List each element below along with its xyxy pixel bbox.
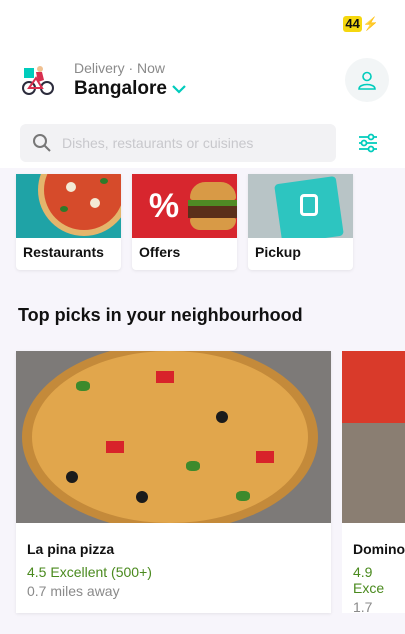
restaurant-distance: 1.7 miles bbox=[353, 599, 373, 613]
location-selector[interactable]: Bangalore bbox=[74, 78, 187, 100]
restaurant-card[interactable]: Domino 4.9 Exce 1.7 miles bbox=[342, 351, 405, 613]
restaurant-name: Domino bbox=[353, 541, 405, 557]
category-restaurants[interactable]: Restaurants bbox=[16, 174, 121, 270]
chevron-down-icon bbox=[172, 85, 186, 94]
restaurant-image bbox=[342, 351, 405, 523]
restaurant-distance: 0.7 miles away bbox=[27, 583, 120, 599]
rider-logo-icon bbox=[18, 60, 58, 100]
offers-image: % bbox=[132, 174, 237, 238]
restaurant-rating: 4.9 Exce bbox=[353, 564, 385, 596]
status-bar: 44 ⚡ bbox=[0, 0, 405, 48]
restaurant-card[interactable]: La pina pizza 4.5 Excellent (500+) 0.7 m… bbox=[16, 351, 331, 613]
search-icon bbox=[33, 134, 51, 152]
search-bar[interactable]: Dishes, restaurants or cuisines bbox=[20, 124, 336, 162]
filter-icon[interactable] bbox=[357, 132, 379, 154]
category-label: Pickup bbox=[255, 244, 301, 260]
battery-level: 44 bbox=[343, 16, 362, 32]
restaurant-name: La pina pizza bbox=[27, 541, 115, 557]
category-offers[interactable]: % Offers bbox=[132, 174, 237, 270]
section-title: Top picks in your neighbourhood bbox=[18, 305, 303, 325]
category-pickup[interactable]: Pickup bbox=[248, 174, 353, 270]
restaurant-image bbox=[16, 351, 331, 523]
account-button[interactable] bbox=[345, 58, 389, 102]
delivery-time-label: Delivery · Now bbox=[74, 60, 166, 76]
category-label: Restaurants bbox=[23, 244, 104, 260]
restaurants-image bbox=[16, 174, 121, 238]
category-label: Offers bbox=[139, 244, 181, 260]
charging-icon: ⚡ bbox=[362, 16, 379, 31]
user-icon bbox=[358, 71, 376, 90]
location-name: Bangalore bbox=[74, 78, 167, 99]
restaurant-rating: 4.5 Excellent (500+) bbox=[27, 564, 152, 580]
pickup-image bbox=[248, 174, 353, 238]
header: Delivery · Now Bangalore Dishes, restaur… bbox=[0, 48, 405, 168]
category-row: Restaurants % Offers Pickup bbox=[16, 174, 353, 270]
battery-indicator: 44 ⚡ bbox=[343, 16, 379, 32]
search-input[interactable]: Dishes, restaurants or cuisines bbox=[62, 135, 253, 151]
